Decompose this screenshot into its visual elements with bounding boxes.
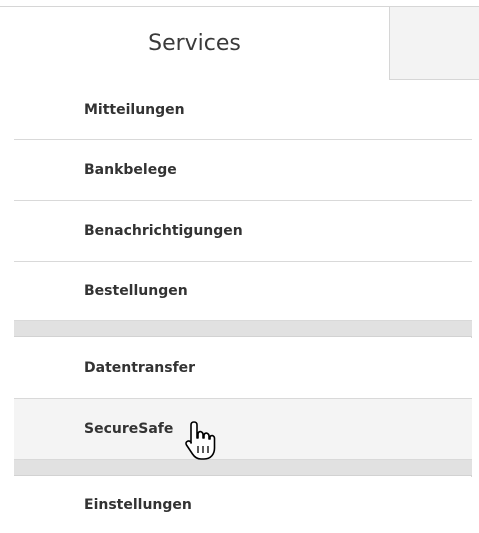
tab-bar: Services: [0, 0, 479, 80]
services-menu: Mitteilungen Bankbelege Benachrichtigung…: [14, 80, 472, 533]
menu-item-bestellungen[interactable]: Bestellungen: [14, 262, 472, 321]
menu-item-securesafe[interactable]: SecureSafe: [14, 399, 472, 460]
menu-item-benachrichtigungen[interactable]: Benachrichtigungen: [14, 201, 472, 262]
tab-services[interactable]: Services: [0, 6, 390, 80]
menu-item-label: Mitteilungen: [84, 101, 185, 118]
tab-services-label: Services: [148, 31, 241, 56]
menu-item-einstellungen[interactable]: Einstellungen: [14, 477, 472, 533]
menu-item-bankbelege[interactable]: Bankbelege: [14, 140, 472, 201]
menu-separator: [14, 321, 472, 337]
menu-item-label: SecureSafe: [84, 421, 174, 437]
menu-item-datentransfer[interactable]: Datentransfer: [14, 338, 472, 399]
menu-item-label: Bestellungen: [84, 283, 188, 299]
menu-item-label: Einstellungen: [84, 497, 192, 513]
hand-pointer-icon: [185, 421, 216, 460]
tab-other[interactable]: [390, 6, 479, 80]
menu-item-label: Bankbelege: [84, 162, 177, 178]
menu-separator: [14, 460, 472, 476]
menu-item-label: Datentransfer: [84, 360, 196, 376]
menu-item-mitteilungen[interactable]: Mitteilungen: [14, 80, 472, 140]
menu-item-label: Benachrichtigungen: [84, 223, 243, 239]
